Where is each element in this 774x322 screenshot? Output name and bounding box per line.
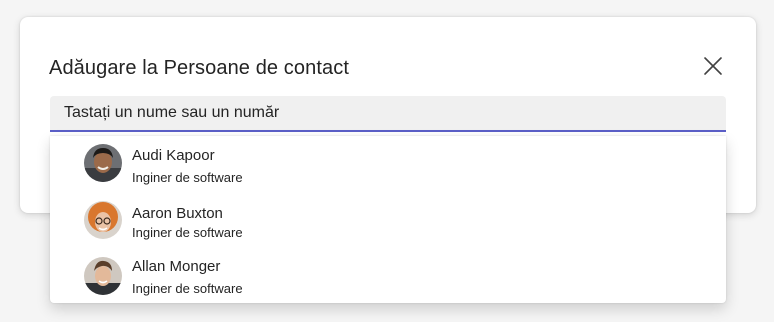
contact-name: Audi Kapoor (132, 147, 215, 164)
search-input[interactable] (50, 96, 726, 132)
contact-role: Inginer de software (132, 225, 243, 240)
list-item[interactable]: Allan Monger Inginer de software (50, 249, 726, 303)
contact-role: Inginer de software (132, 170, 243, 185)
dialog-title: Adăugare la Persoane de contact (49, 57, 349, 79)
list-item[interactable]: Aaron Buxton Inginer de software (50, 193, 726, 247)
close-icon (704, 57, 722, 75)
close-button[interactable] (702, 55, 724, 77)
avatar (84, 144, 122, 182)
contact-name: Aaron Buxton (132, 205, 223, 222)
contact-name: Allan Monger (132, 258, 221, 275)
avatar (84, 257, 122, 295)
suggestions-dropdown: Audi Kapoor Inginer de software Aaron Bu… (50, 136, 726, 303)
list-item[interactable]: Audi Kapoor Inginer de software (50, 136, 726, 190)
contact-role: Inginer de software (132, 281, 243, 296)
avatar (84, 201, 122, 239)
